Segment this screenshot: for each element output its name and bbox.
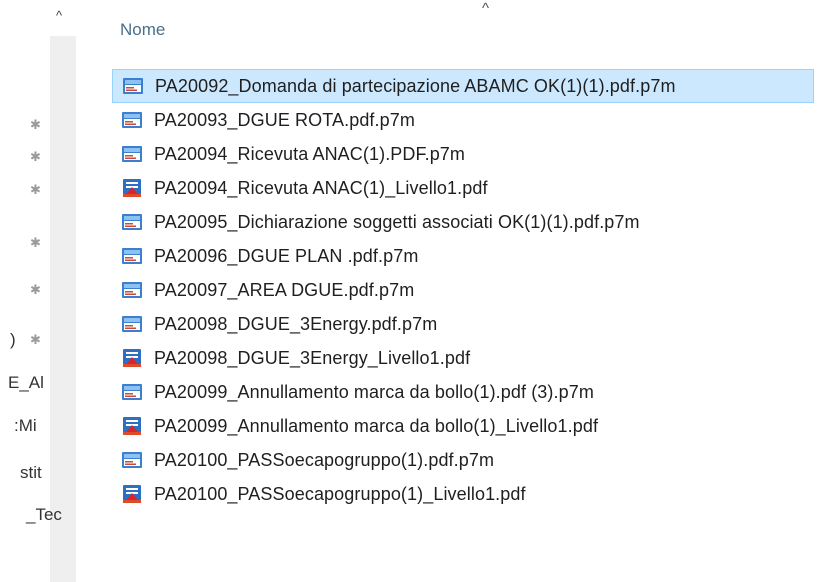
file-name: PA20100_PASSoecapogruppo(1).pdf.p7m <box>154 449 495 470</box>
file-name: PA20098_DGUE_3Energy_Livello1.pdf <box>154 347 471 368</box>
navigation-pane: ^ ✱ ✱ ✱ ✱ ✱ ) ✱ E_Al :Mi stit _Tec <box>0 0 100 582</box>
file-row[interactable]: PA20100_PASSoecapogruppo(1)_Livello1.pdf <box>112 477 824 511</box>
sort-ascending-icon: ^ <box>482 0 490 17</box>
pin-icon: ✱ <box>30 182 41 197</box>
p7m-file-icon <box>120 279 144 301</box>
file-row[interactable]: PA20096_DGUE PLAN .pdf.p7m <box>112 239 824 273</box>
file-row[interactable]: PA20094_Ricevuta ANAC(1).PDF.p7m <box>112 137 824 171</box>
file-name: PA20095_Dichiarazione soggetti associati… <box>154 211 640 232</box>
file-row[interactable]: PA20100_PASSoecapogruppo(1).pdf.p7m <box>112 443 824 477</box>
navigation-scrollbar[interactable] <box>50 36 76 582</box>
file-name: PA20093_DGUE ROTA.pdf.p7m <box>154 109 415 130</box>
nav-item-truncated[interactable]: E_Al <box>8 373 44 393</box>
pdf-file-icon <box>120 177 144 199</box>
nav-item-truncated[interactable]: _Tec <box>26 505 62 525</box>
p7m-file-icon <box>120 245 144 267</box>
file-name: PA20096_DGUE PLAN .pdf.p7m <box>154 245 419 266</box>
scroll-up-arrow-icon[interactable]: ^ <box>56 8 62 23</box>
pdf-file-icon <box>120 347 144 369</box>
p7m-file-icon <box>120 109 144 131</box>
p7m-file-icon <box>120 143 144 165</box>
file-list: PA20092_Domanda di partecipazione ABAMC … <box>112 69 824 511</box>
p7m-file-icon <box>120 211 144 233</box>
file-row[interactable]: PA20097_AREA DGUE.pdf.p7m <box>112 273 824 307</box>
pdf-file-icon <box>120 483 144 505</box>
file-row[interactable]: PA20099_Annullamento marca da bollo(1)_L… <box>112 409 824 443</box>
file-name: PA20099_Annullamento marca da bollo(1)_L… <box>154 415 599 436</box>
p7m-file-icon <box>120 449 144 471</box>
nav-item-truncated[interactable]: stit <box>20 463 42 483</box>
file-row[interactable]: PA20098_DGUE_3Energy.pdf.p7m <box>112 307 824 341</box>
file-name: PA20097_AREA DGUE.pdf.p7m <box>154 279 415 300</box>
pin-icon: ✱ <box>30 282 41 297</box>
nav-item-truncated[interactable]: ) <box>10 330 16 350</box>
name-column-header[interactable]: Nome <box>120 20 165 40</box>
file-name: PA20098_DGUE_3Energy.pdf.p7m <box>154 313 438 334</box>
pdf-file-icon <box>120 415 144 437</box>
p7m-file-icon <box>120 313 144 335</box>
file-row[interactable]: PA20094_Ricevuta ANAC(1)_Livello1.pdf <box>112 171 824 205</box>
file-row[interactable]: PA20095_Dichiarazione soggetti associati… <box>112 205 824 239</box>
file-name: PA20092_Domanda di partecipazione ABAMC … <box>155 75 676 96</box>
p7m-file-icon <box>121 75 145 97</box>
pin-icon: ✱ <box>30 332 41 347</box>
file-name: PA20100_PASSoecapogruppo(1)_Livello1.pdf <box>154 483 526 504</box>
file-name: PA20099_Annullamento marca da bollo(1).p… <box>154 381 594 402</box>
file-row[interactable]: PA20099_Annullamento marca da bollo(1).p… <box>112 375 824 409</box>
file-name: PA20094_Ricevuta ANAC(1).PDF.p7m <box>154 143 466 164</box>
file-row[interactable]: PA20093_DGUE ROTA.pdf.p7m <box>112 103 824 137</box>
pin-icon: ✱ <box>30 235 41 250</box>
file-row[interactable]: PA20092_Domanda di partecipazione ABAMC … <box>112 69 814 103</box>
pin-icon: ✱ <box>30 149 41 164</box>
pin-icon: ✱ <box>30 117 41 132</box>
file-row[interactable]: PA20098_DGUE_3Energy_Livello1.pdf <box>112 341 824 375</box>
nav-item-truncated[interactable]: :Mi <box>14 416 37 436</box>
p7m-file-icon <box>120 381 144 403</box>
file-name: PA20094_Ricevuta ANAC(1)_Livello1.pdf <box>154 177 488 198</box>
